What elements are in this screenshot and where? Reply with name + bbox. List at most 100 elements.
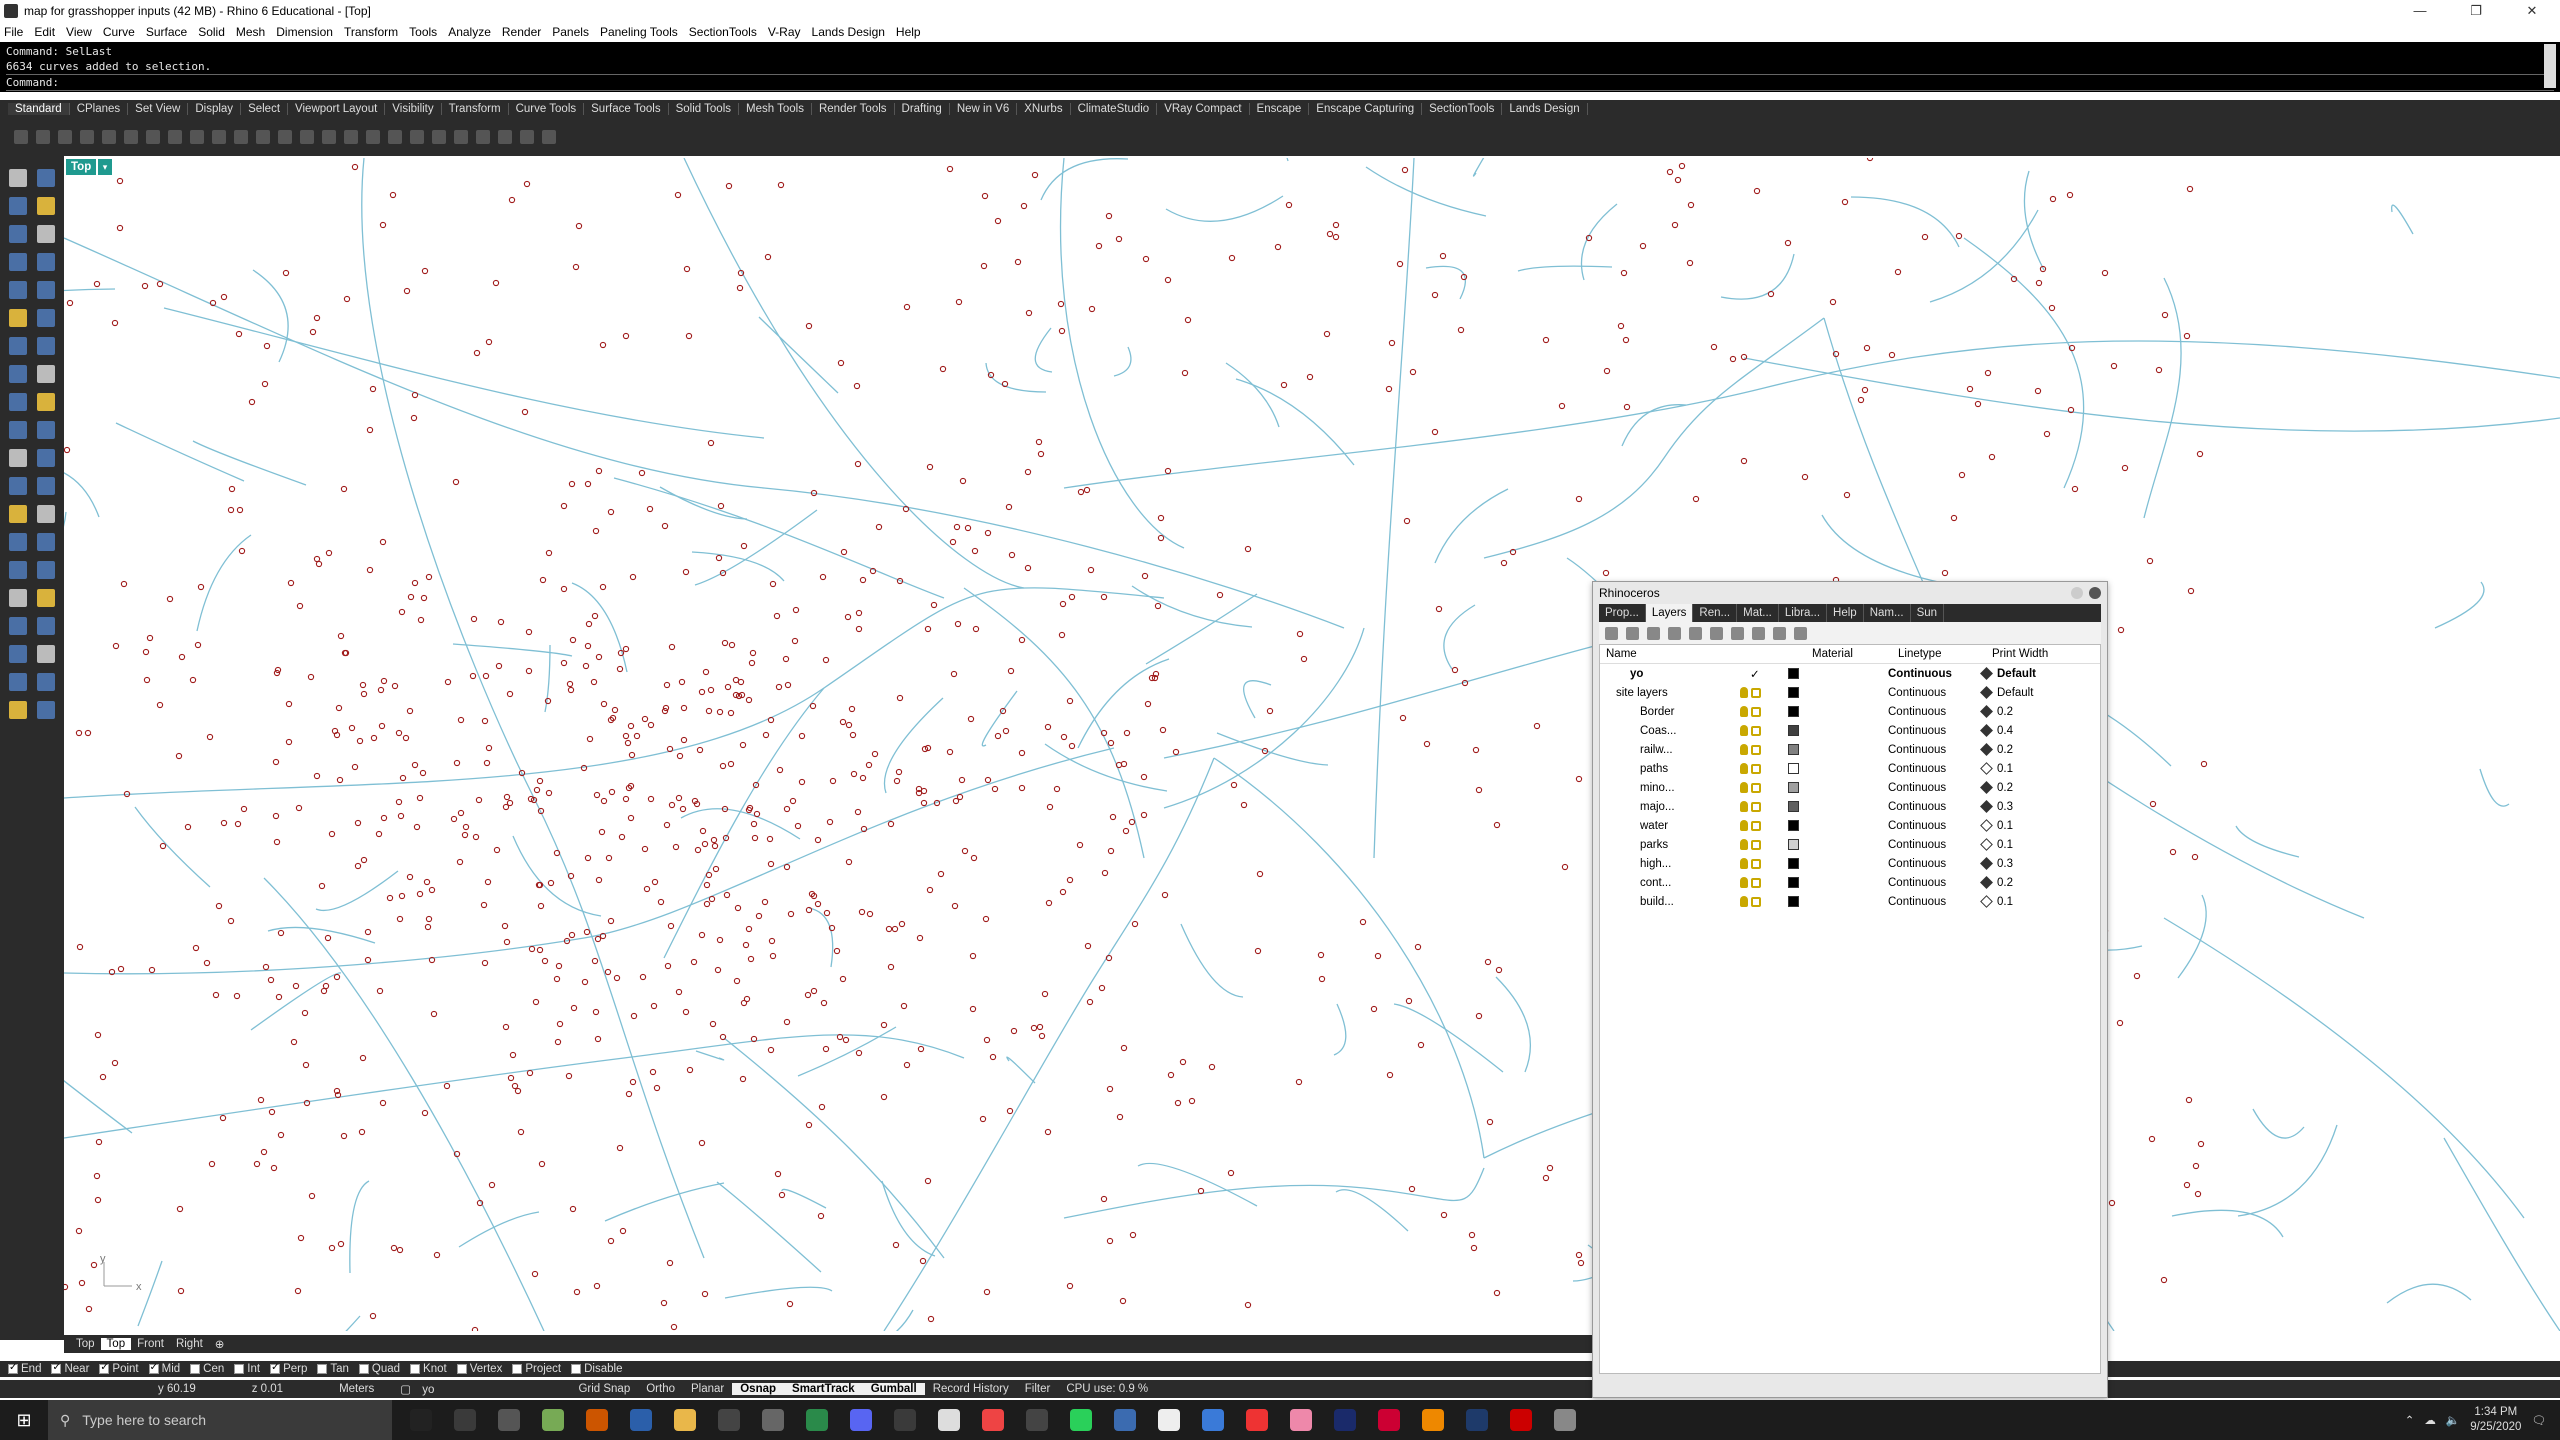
map-point[interactable] (1326, 230, 1334, 238)
map-point[interactable] (572, 263, 580, 271)
filter-icon[interactable] (1731, 626, 1744, 640)
map-point[interactable] (953, 523, 961, 531)
map-point[interactable] (282, 269, 290, 277)
close-button[interactable]: ✕ (2504, 0, 2560, 22)
map-point[interactable] (818, 1103, 826, 1111)
map-point[interactable] (203, 959, 211, 967)
map-point[interactable] (2200, 760, 2208, 768)
map-point[interactable] (272, 812, 280, 820)
map-curve[interactable] (1163, 627, 1665, 759)
map-point[interactable] (380, 677, 388, 685)
map-point[interactable] (1066, 697, 1074, 705)
map-point[interactable] (891, 925, 899, 933)
map-point[interactable] (775, 683, 783, 691)
map-point[interactable] (853, 382, 861, 390)
map-point[interactable] (189, 676, 197, 684)
map-point[interactable] (538, 1160, 546, 1168)
toolbar-tab-set-view[interactable]: Set View (128, 103, 189, 115)
map-point[interactable] (696, 746, 704, 754)
map-point[interactable] (798, 732, 806, 740)
map-point[interactable] (680, 704, 688, 712)
map-point[interactable] (833, 947, 841, 955)
menu-v-ray[interactable]: V-Ray (768, 25, 801, 39)
map-point[interactable] (712, 865, 720, 873)
map-point[interactable] (1036, 1023, 1044, 1031)
circle-icon[interactable] (37, 225, 55, 243)
map-point[interactable] (2066, 191, 2074, 199)
visibility-bulb-icon[interactable] (1740, 706, 1748, 717)
map-point[interactable] (410, 414, 418, 422)
map-point[interactable] (675, 988, 683, 996)
map-point[interactable] (1086, 998, 1094, 1006)
layer-row[interactable]: cont... Continuous 0.2 (1600, 873, 2100, 892)
map-point[interactable] (481, 717, 489, 725)
map-point[interactable] (1493, 821, 1501, 829)
map-point[interactable] (701, 1290, 709, 1298)
map-curve[interactable] (1929, 209, 2039, 303)
map-point[interactable] (1005, 503, 1013, 511)
map-point[interactable] (1053, 785, 1061, 793)
map-point[interactable] (526, 1069, 534, 1077)
map-curve[interactable] (2443, 1137, 2560, 1331)
rendered-icon[interactable] (388, 130, 402, 144)
osnap-end[interactable]: End (8, 1362, 41, 1375)
toolbar-tab-solid-tools[interactable]: Solid Tools (669, 103, 739, 115)
map-point[interactable] (117, 965, 125, 973)
layer-row[interactable]: build... Continuous 0.1 (1600, 892, 2100, 911)
map-point[interactable] (143, 676, 151, 684)
map-point[interactable] (573, 1288, 581, 1296)
map-point[interactable] (1181, 369, 1189, 377)
layer-name[interactable]: build... (1600, 896, 1740, 908)
map-point[interactable] (2071, 485, 2079, 493)
map-point[interactable] (893, 777, 901, 785)
map-point[interactable] (375, 830, 383, 838)
map-point[interactable] (782, 655, 790, 663)
sweep-icon[interactable] (37, 421, 55, 439)
toolbar-tab-drafting[interactable]: Drafting (895, 103, 950, 115)
undo-icon[interactable] (168, 130, 182, 144)
layer-linetype[interactable]: Continuous (1882, 725, 1978, 737)
map-point[interactable] (1041, 990, 1049, 998)
map-point[interactable] (1057, 300, 1065, 308)
layer-name[interactable]: high... (1600, 858, 1740, 870)
map-point[interactable] (649, 1068, 657, 1076)
map-point[interactable] (599, 583, 607, 591)
map-point[interactable] (94, 1031, 102, 1039)
map-point[interactable] (277, 1131, 285, 1139)
map-point[interactable] (517, 1128, 525, 1136)
osnap-perp-checkbox[interactable] (270, 1362, 281, 1374)
cylinder-icon[interactable] (9, 393, 27, 411)
rhino-active-app-icon[interactable] (1554, 1409, 1576, 1431)
visibility-bulb-icon[interactable] (1740, 896, 1748, 907)
status-pane-filter[interactable]: Filter (1017, 1383, 1059, 1395)
map-point[interactable] (315, 560, 323, 568)
map-point[interactable] (983, 1036, 991, 1044)
map-point[interactable] (600, 700, 608, 708)
menu-transform[interactable]: Transform (344, 25, 398, 39)
map-point[interactable] (1866, 158, 1874, 162)
map-point[interactable] (1007, 667, 1015, 675)
map-point[interactable] (728, 641, 736, 649)
menu-surface[interactable]: Surface (146, 25, 187, 39)
map-curve[interactable] (1225, 362, 1280, 428)
map-point[interactable] (924, 1177, 932, 1185)
map-point[interactable] (296, 602, 304, 610)
map-point[interactable] (1332, 221, 1340, 229)
map-curve[interactable] (64, 237, 1345, 629)
toolbar-tab-surface-tools[interactable]: Surface Tools (584, 103, 669, 115)
map-curve[interactable] (604, 1182, 725, 1222)
map-point[interactable] (1639, 242, 1647, 250)
layer-name[interactable]: water (1600, 820, 1740, 832)
map-point[interactable] (761, 898, 769, 906)
map-point[interactable] (773, 612, 781, 620)
task-view-app-icon[interactable] (410, 1409, 432, 1431)
map-point[interactable] (389, 191, 397, 199)
map-point[interactable] (842, 1036, 850, 1044)
map-curve[interactable] (1963, 237, 2085, 489)
map-point[interactable] (1244, 1301, 1252, 1309)
map-point[interactable] (950, 670, 958, 678)
map-point[interactable] (646, 505, 654, 513)
map-point[interactable] (192, 944, 200, 952)
map-point[interactable] (94, 1196, 102, 1204)
layer-icon[interactable] (432, 130, 446, 144)
